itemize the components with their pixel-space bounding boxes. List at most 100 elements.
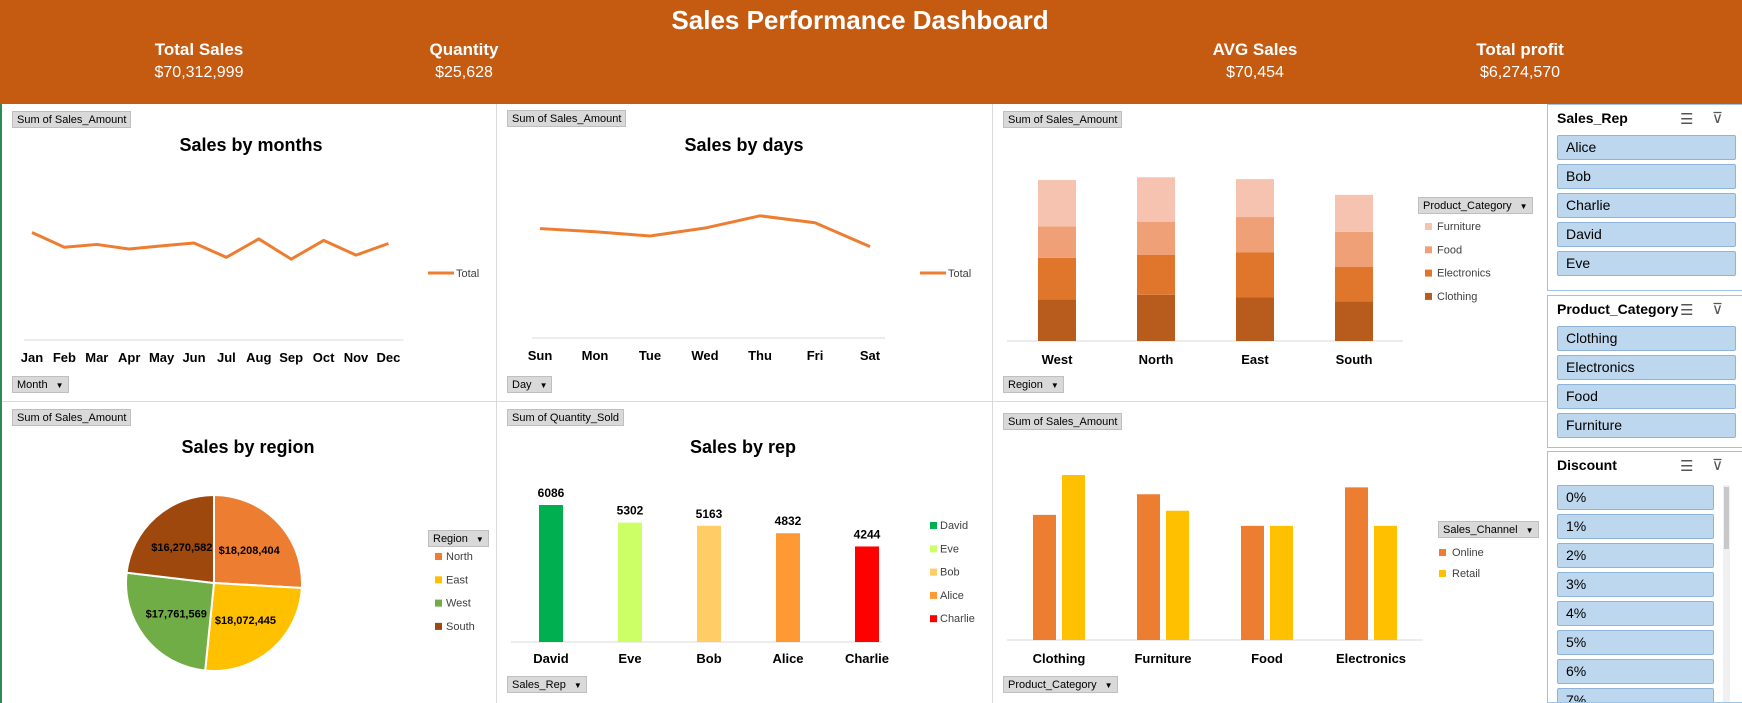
kpi-value: $25,628: [435, 64, 493, 81]
scrollbar-thumb[interactable]: [1724, 487, 1729, 549]
legend-label: South: [446, 621, 475, 633]
button-label: Day: [512, 379, 532, 391]
clear-filter-icon[interactable]: ⊽: [1712, 109, 1723, 127]
x-tick-label: Jan: [21, 350, 43, 365]
legend-label: Total: [948, 268, 971, 280]
slicer-item[interactable]: Electronics: [1557, 355, 1736, 380]
region-legend-button[interactable]: Region ▼: [428, 530, 489, 547]
dashboard-root: Sales Performance Dashboard Total Sales …: [0, 0, 1742, 703]
months-line-chart: Sales by months Jan Feb Mar Apr May Jun Jul Aug S…: [21, 135, 479, 365]
chart-sales-by-region: Sum of Sales_Amount Sales by region $18,2…: [2, 402, 496, 703]
x-tick-label: Bob: [696, 651, 721, 666]
legend-label: Eve: [940, 543, 959, 555]
slicer-sales-rep: Sales_Rep ☰ ⊽ Alice Bob Charlie David Ev…: [1547, 104, 1742, 291]
x-tick-label: Oct: [313, 350, 335, 365]
region-filter-button[interactable]: Region ▼: [1003, 376, 1064, 393]
x-tick-label: Alice: [772, 651, 803, 666]
x-tick-label: Eve: [618, 651, 641, 666]
chevron-down-icon: ▼: [475, 535, 484, 544]
chart-sales-by-days: Sum of Sales_Amount Sales by days Sun Mon T…: [497, 104, 992, 401]
x-tick-label: Sat: [860, 348, 881, 363]
x-tick-label: East: [1241, 352, 1269, 367]
kpi-total-profit: Total profit $6,274,570: [1410, 40, 1630, 82]
x-tick-label: North: [1139, 352, 1174, 367]
sales-channel-legend-button[interactable]: Sales_Channel ▼: [1438, 521, 1539, 538]
chevron-down-icon: ▼: [1104, 681, 1113, 690]
slicer-item[interactable]: Charlie: [1557, 193, 1736, 218]
legend-label: Furniture: [1437, 221, 1481, 233]
kpi-label: Quantity: [429, 40, 499, 59]
data-label: 5163: [696, 507, 723, 521]
month-filter-button[interactable]: Month ▼: [12, 376, 69, 393]
legend-label: Retail: [1452, 568, 1480, 580]
multi-select-icon[interactable]: ☰: [1680, 301, 1693, 319]
clear-filter-icon[interactable]: ⊽: [1712, 456, 1723, 474]
legend-label: Food: [1437, 244, 1462, 256]
data-label: 6086: [538, 486, 565, 500]
data-label: $18,208,404: [219, 545, 281, 557]
slicer-item[interactable]: 0%: [1557, 485, 1714, 510]
slicer-item[interactable]: Furniture: [1557, 413, 1736, 438]
data-label: $17,761,569: [146, 608, 207, 620]
slicer-item[interactable]: Clothing: [1557, 326, 1736, 351]
kpi-avg-sales: AVG Sales $70,454: [1145, 40, 1365, 82]
kpi-label: Total profit: [1476, 40, 1564, 59]
data-label: 4832: [775, 514, 802, 528]
kpi-total-sales: Total Sales $70,312,999: [89, 40, 309, 82]
product-category-filter-button[interactable]: Product_Category ▼: [1003, 676, 1118, 693]
legend-label: Online: [1452, 547, 1484, 559]
bar-retail: [1166, 510, 1189, 640]
data-label: 5302: [617, 504, 644, 518]
x-tick-label: Nov: [344, 350, 369, 365]
chart-title: Sales by region: [181, 437, 314, 457]
slicer-title: Discount: [1557, 457, 1617, 473]
slicer-scrollbar[interactable]: [1723, 485, 1730, 702]
button-label: Region: [1008, 379, 1043, 391]
slicer-item[interactable]: 7%: [1557, 688, 1714, 702]
slicer-item[interactable]: 6%: [1557, 659, 1714, 684]
button-label: Sales_Channel: [1443, 524, 1518, 536]
slicer-item[interactable]: Alice: [1557, 135, 1736, 160]
slicer-item[interactable]: 3%: [1557, 572, 1714, 597]
slicer-item[interactable]: 4%: [1557, 601, 1714, 626]
multi-select-icon[interactable]: ☰: [1680, 457, 1693, 475]
days-line-chart: Sales by days Sun Mon Tue Wed Thu Fri Sat Total: [528, 135, 972, 363]
clear-filter-icon[interactable]: ⊽: [1712, 300, 1723, 318]
x-tick-label: West: [1042, 352, 1073, 367]
bar-segment-electronics: [1038, 257, 1076, 300]
data-label: 4244: [854, 527, 881, 541]
series-line-total: [539, 214, 871, 249]
chart-title: Sales by rep: [690, 437, 796, 457]
x-tick-label: Mar: [85, 350, 108, 365]
slicer-item[interactable]: 2%: [1557, 543, 1714, 568]
slicer-item[interactable]: 1%: [1557, 514, 1714, 539]
bar-segment-furniture: [1038, 180, 1076, 227]
bar-segment-food: [1137, 221, 1175, 255]
chart-sales-by-rep: Sum of Quantity_Sold Sales by rep 6086 Dav…: [497, 402, 992, 703]
legend-label: Charlie: [940, 613, 975, 625]
sales-rep-filter-button[interactable]: Sales_Rep ▼: [507, 676, 587, 693]
bar-online: [1137, 494, 1160, 640]
slicer-item[interactable]: 5%: [1557, 630, 1714, 655]
legend-label: Alice: [940, 590, 964, 602]
bar: [539, 505, 563, 642]
chart-channel-by-category: Sum of Sales_Amount Clothing Furniture Foo…: [993, 402, 1546, 703]
slicer-item[interactable]: Eve: [1557, 251, 1736, 276]
bar-retail: [1374, 525, 1397, 640]
bar: [618, 522, 642, 642]
day-filter-button[interactable]: Day ▼: [507, 376, 553, 393]
bar-segment-electronics: [1335, 266, 1373, 302]
multi-select-icon[interactable]: ☰: [1680, 110, 1693, 128]
category-region-stacked-chart: West North East South Furniture Food Electroni…: [1007, 177, 1491, 367]
product-category-legend-button[interactable]: Product_Category ▼: [1418, 197, 1533, 214]
button-label: Product_Category: [1008, 679, 1097, 691]
slicer-discount: Discount ☰ ⊽ 0% 1% 2% 3% 4% 5% 6% 7%: [1547, 451, 1742, 703]
bar-retail: [1062, 475, 1085, 640]
legend-swatch: [1439, 570, 1446, 577]
slicer-item[interactable]: Bob: [1557, 164, 1736, 189]
slicer-item[interactable]: David: [1557, 222, 1736, 247]
bar-segment-food: [1038, 226, 1076, 258]
chevron-down-icon: ▼: [55, 381, 64, 390]
slicer-item[interactable]: Food: [1557, 384, 1736, 409]
region-pie-chart: Sales by region $18,208,404 North $18,072,4…: [125, 437, 475, 672]
